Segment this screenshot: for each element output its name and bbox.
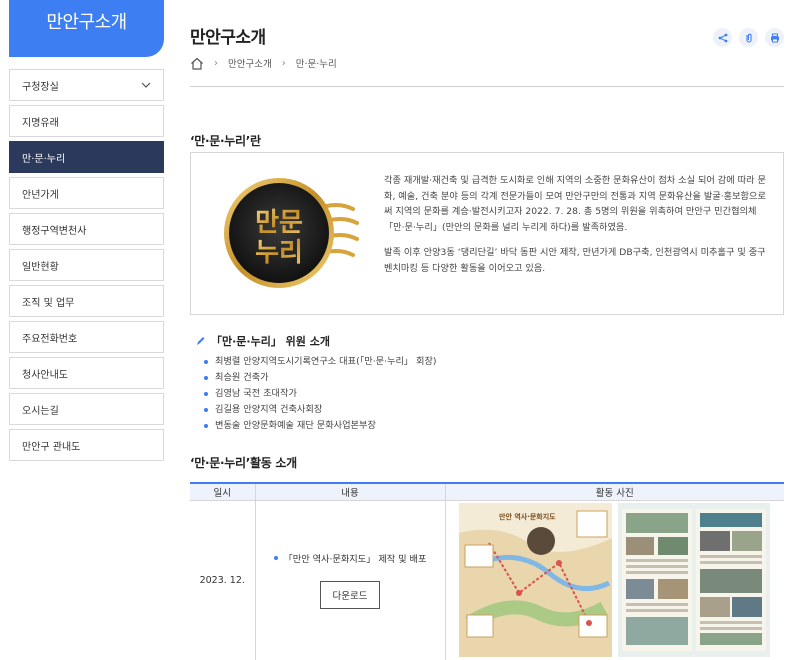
list-item: 최승원 건축가 bbox=[204, 370, 437, 386]
divider bbox=[190, 86, 784, 87]
sidebar-item-phone-numbers[interactable]: 주요전화번호 bbox=[9, 321, 164, 353]
chevron-down-icon bbox=[141, 82, 151, 88]
print-icon bbox=[770, 33, 779, 42]
sidebar-item-label: 주요전화번호 bbox=[22, 333, 78, 345]
sidebar-item-old-shops[interactable]: 안년가게 bbox=[9, 177, 164, 209]
pencil-icon bbox=[197, 337, 205, 345]
activity-photo-brochure[interactable] bbox=[617, 503, 770, 657]
table-header: 활동 사진 bbox=[444, 482, 784, 501]
chevron-right-icon: › bbox=[281, 57, 286, 69]
sidebar-item-district-map[interactable]: 만안구 관내도 bbox=[9, 429, 164, 461]
page-title: 만안구소개 bbox=[190, 28, 266, 48]
list-item: 김길용 안양지역 건축사회장 bbox=[204, 402, 437, 418]
sidebar-item-manmunnuri[interactable]: 만·문·누리 bbox=[9, 141, 164, 173]
sidebar-item-organization[interactable]: 조직 및 업무 bbox=[9, 285, 164, 317]
intro-paragraph: 발족 이후 안양3동 ‘댕리단길’ 바닥 동판 시안 제작, 만년가게 DB구축… bbox=[384, 247, 766, 274]
download-button[interactable]: 다운로드 bbox=[320, 581, 380, 609]
svg-text:누리: 누리 bbox=[255, 238, 303, 268]
sidebar-item-label: 행정구역변천사 bbox=[22, 225, 87, 237]
intro-description: 각종 재개발·재건축 및 급격한 도시화로 인해 지역의 소중한 문화유산이 점… bbox=[384, 173, 769, 277]
breadcrumb-item[interactable]: 만안구소개 bbox=[228, 56, 272, 70]
share-icon bbox=[718, 33, 727, 42]
sidebar-item-label: 만안구 관내도 bbox=[22, 441, 81, 453]
table-header: 내용 bbox=[254, 482, 445, 501]
intro-paragraph: 각종 재개발·재건축 및 급격한 도시화로 인해 지역의 소중한 문화유산이 점… bbox=[384, 175, 766, 233]
breadcrumb-item-current[interactable]: 만·문·누리 bbox=[296, 56, 337, 70]
activity-content-cell: 「만안 역사·문화지도」 제작 및 배포 다운로드 bbox=[254, 500, 445, 660]
table-row: 2023. 12. 「만안 역사·문화지도」 제작 및 배포 다운로드 만안 역… bbox=[190, 500, 784, 660]
sidebar-item-label: 일반현황 bbox=[22, 261, 59, 273]
list-item: 김영남 국전 초대작가 bbox=[204, 386, 437, 402]
activity-date: 2023. 12. bbox=[190, 500, 255, 660]
page-tools bbox=[713, 28, 784, 47]
members-heading: 「만·문·누리」 위원 소개 bbox=[196, 333, 330, 349]
print-button[interactable] bbox=[765, 28, 784, 47]
attach-button[interactable] bbox=[739, 28, 758, 47]
table-header: 일시 bbox=[190, 482, 255, 501]
sidebar-item-general-status[interactable]: 일반현황 bbox=[9, 249, 164, 281]
sidebar-item-label: 오시는길 bbox=[22, 405, 59, 417]
table-header-row: 일시 내용 활동 사진 bbox=[190, 482, 784, 501]
list-item: 최병렬 안양지역도시기록연구소 대표(「만·문·누리」 회장) bbox=[204, 354, 437, 370]
manmunnuri-logo: 만문 누리 bbox=[219, 171, 359, 296]
list-item: 변동술 안양문화예술 재단 문화사업본부장 bbox=[204, 418, 437, 434]
activities-heading: ‘만·문·누리’활동 소개 bbox=[190, 456, 297, 470]
svg-text:만문: 만문 bbox=[255, 208, 303, 238]
share-button[interactable] bbox=[713, 28, 732, 47]
sidebar-item-mayor-office[interactable]: 구청장실 bbox=[9, 69, 164, 101]
activity-content: 「만안 역사·문화지도」 제작 및 배포 bbox=[274, 551, 427, 565]
intro-heading: ‘만·문·누리’란 bbox=[190, 134, 261, 148]
chevron-right-icon: › bbox=[214, 57, 218, 69]
sidebar-menu: 구청장실 지명유래 만·문·누리 안년가게 행정구역변천사 일반현황 조직 및 … bbox=[9, 69, 164, 461]
breadcrumb: › 만안구소개 › 만·문·누리 bbox=[190, 56, 337, 70]
sidebar-item-label: 조직 및 업무 bbox=[22, 297, 75, 309]
sidebar: 만안구소개 구청장실 지명유래 만·문·누리 안년가게 행정구역변천사 일반현황… bbox=[9, 0, 164, 465]
activities-table: 일시 내용 활동 사진 2023. 12. 「만안 역사·문화지도」 제작 및 … bbox=[190, 482, 784, 660]
sidebar-item-label: 청사안내도 bbox=[22, 369, 68, 381]
intro-box: 만문 누리 각종 재개발·재건축 및 급격한 도시화로 인해 지역의 소중한 문… bbox=[190, 152, 784, 315]
sidebar-item-directions[interactable]: 오시는길 bbox=[9, 393, 164, 425]
sidebar-item-place-name-origin[interactable]: 지명유래 bbox=[9, 105, 164, 137]
sidebar-item-label: 만·문·누리 bbox=[22, 153, 66, 165]
sidebar-title: 만안구소개 bbox=[9, 0, 164, 57]
sidebar-item-label: 안년가게 bbox=[22, 189, 59, 201]
activity-photo-cell: 만안 역사·문화지도 bbox=[444, 500, 784, 660]
sidebar-item-label: 구청장실 bbox=[22, 81, 59, 93]
members-list: 최병렬 안양지역도시기록연구소 대표(「만·문·누리」 회장) 최승원 건축가 … bbox=[204, 354, 437, 434]
main-content: 만안구소개 › 만안구소개 › 만·문·누리 ‘만·문·누리’란 만문 누리 각… bbox=[190, 0, 784, 660]
members-heading-label: 「만·문·누리」 위원 소개 bbox=[211, 335, 330, 348]
home-icon[interactable] bbox=[190, 57, 204, 70]
attach-icon bbox=[745, 33, 752, 43]
sidebar-item-office-guide[interactable]: 청사안내도 bbox=[9, 357, 164, 389]
activity-photo-map[interactable]: 만안 역사·문화지도 bbox=[458, 503, 612, 657]
sidebar-item-district-history[interactable]: 행정구역변천사 bbox=[9, 213, 164, 245]
sidebar-item-label: 지명유래 bbox=[22, 117, 59, 129]
map-title: 만안 역사·문화지도 bbox=[499, 512, 556, 521]
